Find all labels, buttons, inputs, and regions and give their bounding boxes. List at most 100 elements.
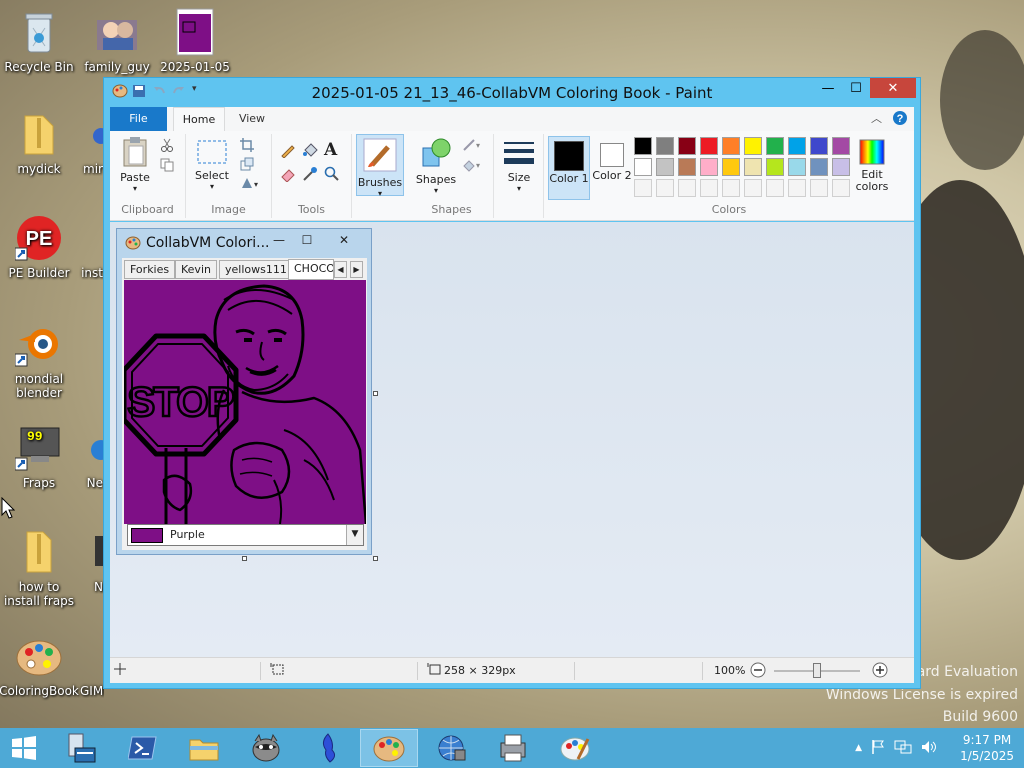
desktop-icon-2025-01-05[interactable]: 2025-01-05 (155, 8, 235, 74)
help-icon[interactable]: ? (892, 110, 908, 129)
desktop-icon-family-guy[interactable]: family_guy (77, 8, 157, 74)
flag-icon[interactable] (870, 739, 886, 758)
tab-scroll-right-icon[interactable]: ▶ (350, 261, 363, 278)
taskbar-printer-app[interactable] (484, 729, 542, 767)
palette-color-swatch[interactable] (700, 179, 718, 197)
resize-icon[interactable] (240, 157, 254, 174)
palette-color-swatch[interactable] (788, 179, 806, 197)
desktop-icon-inst[interactable]: inst (63, 214, 103, 280)
taskbar-server-manager[interactable] (52, 729, 110, 767)
palette-color-swatch[interactable] (832, 179, 850, 197)
color-dropdown[interactable]: Purple ▼ (127, 524, 364, 546)
zoom-in-button[interactable] (872, 662, 888, 681)
tab-home[interactable]: Home (173, 107, 225, 131)
palette-color-swatch[interactable] (634, 179, 652, 197)
collapse-ribbon-icon[interactable]: ︿ (871, 110, 882, 129)
taskbar-file-explorer[interactable] (175, 729, 233, 767)
pencil-icon[interactable] (280, 142, 296, 161)
palette-color-swatch[interactable] (810, 179, 828, 197)
tab-choco[interactable]: CHOCO (288, 259, 334, 280)
palette-color-swatch[interactable] (788, 137, 806, 155)
palette-color-swatch[interactable] (678, 179, 696, 197)
desktop-icon-gimp[interactable]: GIMP 2.10.38 (80, 632, 104, 698)
tab-kevin[interactable]: Kevin (175, 260, 217, 279)
resize-handle[interactable] (373, 391, 378, 396)
palette-color-swatch[interactable] (656, 158, 674, 176)
palette-color-swatch[interactable] (678, 158, 696, 176)
palette-color-swatch[interactable] (766, 137, 784, 155)
taskbar-powershell[interactable] (114, 729, 172, 767)
palette-color-swatch[interactable] (678, 137, 696, 155)
text-icon[interactable]: A (324, 140, 337, 160)
palette-color-swatch[interactable] (722, 158, 740, 176)
palette-color-swatch[interactable] (656, 179, 674, 197)
taskbar-paint[interactable] (546, 729, 604, 767)
show-hidden-icons-icon[interactable]: ▲ (855, 743, 862, 753)
palette-color-swatch[interactable] (810, 158, 828, 176)
tab-forkies[interactable]: Forkies (124, 260, 176, 279)
desktop-icon-ne[interactable]: Ne (63, 424, 103, 490)
outline-icon[interactable]: ▾ (462, 138, 484, 155)
palette-color-swatch[interactable] (722, 137, 740, 155)
desktop-icon-coloringbook[interactable]: ColoringBook (0, 632, 79, 698)
coloring-drawing[interactable]: STOP (124, 280, 366, 524)
chevron-down-icon[interactable]: ▼ (346, 525, 363, 545)
resize-handle[interactable] (373, 556, 378, 561)
palette-color-swatch[interactable] (722, 179, 740, 197)
palette-color-swatch[interactable] (634, 137, 652, 155)
resize-handle[interactable] (242, 556, 247, 561)
color-picker-icon[interactable] (302, 166, 318, 185)
magnifier-icon[interactable] (324, 166, 340, 185)
tab-view[interactable]: View (230, 107, 274, 131)
palette-color-swatch[interactable] (744, 158, 762, 176)
palette-color-swatch[interactable] (788, 158, 806, 176)
color1-button[interactable]: Color 1 (548, 136, 590, 200)
tab-file[interactable]: File (110, 107, 167, 131)
edit-colors-button[interactable]: Edit colors (850, 136, 894, 193)
start-button[interactable] (0, 729, 48, 767)
palette-color-swatch[interactable] (766, 158, 784, 176)
close-button[interactable]: ✕ (321, 229, 367, 251)
network-icon[interactable] (894, 739, 912, 758)
desktop-icon-mondial-blender[interactable]: mondial blender (0, 320, 79, 400)
zoom-out-button[interactable] (750, 662, 766, 681)
minimize-button[interactable]: — (265, 229, 293, 251)
paste-button[interactable]: Paste ▾ (116, 136, 154, 193)
taskbar-app-blue[interactable] (299, 729, 357, 767)
palette-color-swatch[interactable] (832, 158, 850, 176)
taskbar-clock[interactable]: 9:17 PM 1/5/2025 (960, 732, 1014, 764)
palette-color-swatch[interactable] (656, 137, 674, 155)
color2-button[interactable]: Color 2 (592, 136, 632, 182)
desktop-icon-mir[interactable]: mir (63, 110, 103, 176)
minimize-button[interactable]: — (814, 78, 842, 98)
taskbar-app-raccoon[interactable] (237, 729, 295, 767)
brushes-button[interactable]: Brushes ▾ (356, 134, 404, 198)
size-button[interactable]: Size ▾ (500, 140, 538, 193)
eraser-icon[interactable] (280, 166, 296, 185)
taskbar-network-app[interactable] (422, 729, 480, 767)
close-button[interactable]: ✕ (870, 78, 916, 98)
palette-color-swatch[interactable] (634, 158, 652, 176)
palette-color-swatch[interactable] (766, 179, 784, 197)
tab-scroll-left-icon[interactable]: ◀ (334, 261, 347, 278)
palette-color-swatch[interactable] (700, 137, 718, 155)
maximize-button[interactable]: ☐ (842, 78, 870, 98)
fill-bucket-icon[interactable] (302, 142, 318, 161)
cut-icon[interactable] (160, 138, 174, 155)
palette-color-swatch[interactable] (832, 137, 850, 155)
palette-color-swatch[interactable] (744, 137, 762, 155)
palette-color-swatch[interactable] (810, 137, 828, 155)
palette-color-swatch[interactable] (700, 158, 718, 176)
shapes-button[interactable]: Shapes ▾ (414, 136, 458, 195)
volume-icon[interactable] (920, 739, 938, 758)
zoom-slider-thumb[interactable] (813, 663, 821, 678)
rotate-icon[interactable]: ▾ (240, 176, 262, 193)
taskbar-coloringbook[interactable] (360, 729, 418, 767)
select-button[interactable]: Select ▾ (192, 138, 232, 191)
desktop-icon-recycle-bin[interactable]: Recycle Bin (0, 8, 79, 74)
copy-icon[interactable] (160, 158, 174, 175)
paint-titlebar[interactable]: ▾ 2025-01-05 21_13_46-CollabVM Coloring … (104, 78, 920, 107)
tab-yellows111[interactable]: yellows111 (219, 260, 293, 279)
crop-icon[interactable] (240, 138, 254, 155)
fill-icon[interactable]: ▾ (462, 158, 484, 175)
